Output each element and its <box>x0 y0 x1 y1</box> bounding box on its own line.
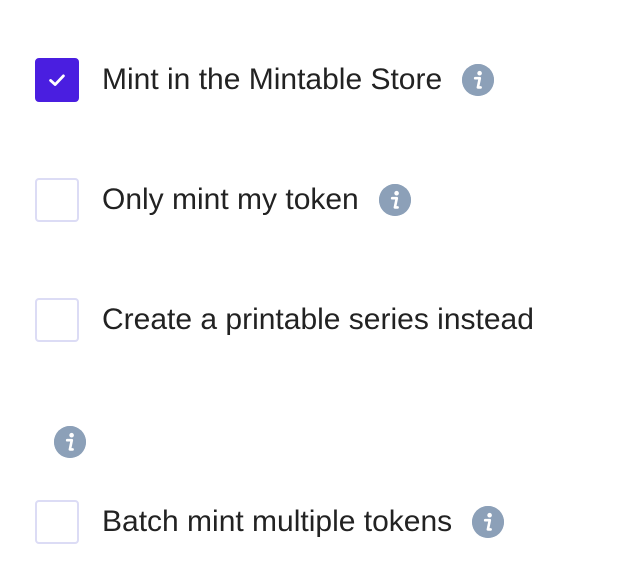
checkmark-icon <box>49 74 65 86</box>
printable-series-label: Create a printable series instead <box>102 303 534 336</box>
info-icon[interactable] <box>472 506 505 538</box>
info-icon[interactable] <box>378 184 411 216</box>
option-mint-in-store[interactable]: Mint in the Mintable Store <box>35 57 495 103</box>
only-mint-token-label: Only mint my token <box>102 183 359 216</box>
info-icon[interactable] <box>54 426 86 458</box>
option-printable-series[interactable]: Create a printable series instead <box>35 297 534 343</box>
info-icon[interactable] <box>462 64 495 96</box>
batch-mint-checkbox[interactable] <box>35 500 79 544</box>
only-mint-token-checkbox[interactable] <box>35 178 79 222</box>
printable-series-checkbox[interactable] <box>35 298 79 342</box>
mint-in-store-label: Mint in the Mintable Store <box>102 63 443 96</box>
option-only-mint-token[interactable]: Only mint my token <box>35 177 411 223</box>
mint-in-store-checkbox[interactable] <box>35 58 79 102</box>
option-batch-mint[interactable]: Batch mint multiple tokens <box>35 499 505 545</box>
batch-mint-label: Batch mint multiple tokens <box>102 505 453 538</box>
